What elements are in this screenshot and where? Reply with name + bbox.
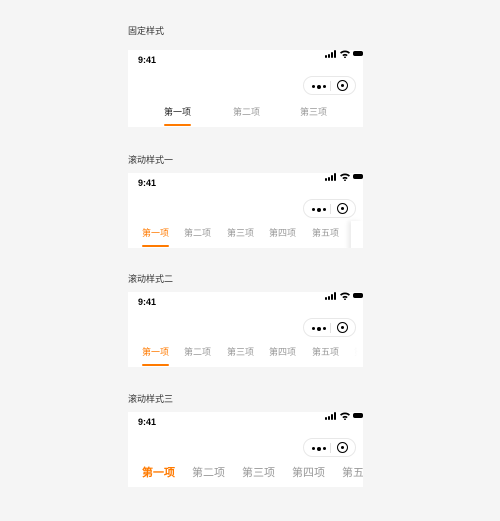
mini-program-capsule xyxy=(303,199,356,218)
capsule-divider xyxy=(330,443,331,453)
tab-1[interactable]: 第一项 xyxy=(164,107,191,119)
status-bar: 9:41 xyxy=(128,292,363,312)
phone-preview-scroll-3: 9:41 第一项 第二项 第三项 第四项 第五 xyxy=(128,412,363,487)
signal-icon xyxy=(325,412,337,420)
tab-3[interactable]: 第三项 xyxy=(227,347,254,359)
signal-icon xyxy=(325,173,337,181)
status-bar: 9:41 xyxy=(128,412,363,432)
battery-icon xyxy=(353,174,363,179)
capsule-divider xyxy=(330,81,331,91)
status-time: 9:41 xyxy=(138,178,157,188)
wifi-icon xyxy=(340,412,350,420)
tab-1[interactable]: 第一项 xyxy=(142,347,169,359)
more-dots-icon[interactable] xyxy=(311,444,329,452)
signal-icon xyxy=(325,50,337,58)
section-title: 滚动样式一 xyxy=(128,156,174,166)
scroll-edge-shadow xyxy=(351,221,363,248)
battery-icon xyxy=(353,413,363,418)
status-bar: 9:41 xyxy=(128,50,363,70)
wifi-icon xyxy=(340,292,350,300)
target-icon[interactable] xyxy=(337,322,348,333)
target-icon[interactable] xyxy=(337,442,348,453)
tab-2[interactable]: 第二项 xyxy=(184,228,211,240)
section-title: 滚动样式二 xyxy=(128,275,174,285)
tab-1[interactable]: 第一项 xyxy=(142,466,175,480)
tab-active-indicator xyxy=(142,245,169,247)
more-dots-icon[interactable] xyxy=(311,205,329,213)
tab-2[interactable]: 第二项 xyxy=(184,347,211,359)
phone-preview-scroll-2: 9:41 第一项 第二项 第三项 第四项 第五项 第 xyxy=(128,292,363,367)
capsule-divider xyxy=(330,323,331,333)
phone-preview-scroll-1: 9:41 第一项 第二项 第三项 第四项 第五项 xyxy=(128,173,363,248)
tab-4[interactable]: 第四项 xyxy=(269,228,296,240)
section-title: 固定样式 xyxy=(128,27,165,37)
battery-icon xyxy=(353,293,363,298)
tab-5[interactable]: 第五项 xyxy=(312,228,339,240)
status-bar: 9:41 xyxy=(128,173,363,193)
more-dots-icon[interactable] xyxy=(311,324,329,332)
scroll-fade-mask xyxy=(349,342,363,362)
tab-4[interactable]: 第四项 xyxy=(292,466,325,480)
tab-1[interactable]: 第一项 xyxy=(142,228,169,240)
signal-icon xyxy=(325,292,337,300)
tab-2[interactable]: 第二项 xyxy=(192,466,225,480)
more-dots-icon[interactable] xyxy=(311,82,329,90)
tab-3[interactable]: 第三项 xyxy=(242,466,275,480)
battery-icon xyxy=(353,51,363,56)
mini-program-capsule xyxy=(303,318,356,337)
tab-active-indicator xyxy=(142,364,169,366)
wifi-icon xyxy=(340,50,350,58)
tab-5[interactable]: 第五项 xyxy=(312,347,339,359)
status-time: 9:41 xyxy=(138,55,157,65)
phone-preview-fixed: 9:41 第一项 第二项 第三项 xyxy=(128,50,363,127)
target-icon[interactable] xyxy=(337,80,348,91)
tab-3[interactable]: 第三项 xyxy=(300,107,327,119)
tab-5-partial[interactable]: 第五 xyxy=(342,466,363,480)
section-title: 滚动样式三 xyxy=(128,395,174,405)
mini-program-capsule xyxy=(303,438,356,457)
tab-2[interactable]: 第二项 xyxy=(233,107,260,119)
status-time: 9:41 xyxy=(138,417,157,427)
tab-active-indicator xyxy=(164,124,191,126)
tab-3[interactable]: 第三项 xyxy=(227,228,254,240)
mini-program-capsule xyxy=(303,76,356,95)
tab-4[interactable]: 第四项 xyxy=(269,347,296,359)
status-time: 9:41 xyxy=(138,297,157,307)
wifi-icon xyxy=(340,173,350,181)
target-icon[interactable] xyxy=(337,203,348,214)
capsule-divider xyxy=(330,204,331,214)
